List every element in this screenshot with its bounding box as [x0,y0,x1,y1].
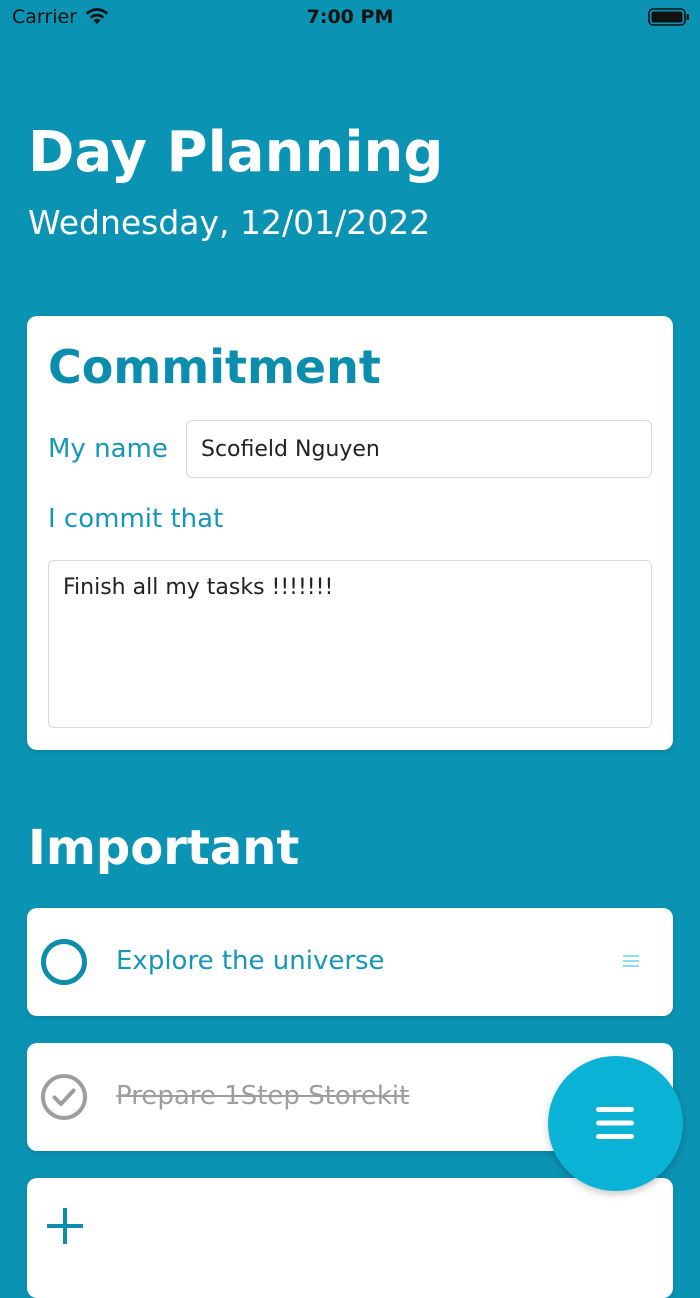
page-date: Wednesday, 12/01/2022 [28,203,431,242]
plus-icon[interactable] [47,1208,83,1244]
name-input[interactable] [186,420,652,478]
clock-label: 7:00 PM [306,6,394,28]
circle-checkbox-icon[interactable] [40,938,88,986]
commitment-card: Commitment My name I commit that Finish … [27,316,673,750]
add-task-card[interactable] [27,1178,673,1298]
commit-label: I commit that [48,504,224,534]
important-title: Important [28,820,300,876]
menu-icon [596,1107,634,1139]
name-label: My name [48,434,168,464]
battery-icon [648,8,689,26]
commit-textarea[interactable]: Finish all my tasks !!!!!!! [48,560,652,728]
task-label: Prepare 1Step Storekit [116,1081,410,1111]
check-circle-icon[interactable] [40,1073,88,1121]
status-bar: Carrier 7:00 PM [0,0,700,36]
page-title: Day Planning [28,120,444,185]
drag-handle-icon[interactable] [623,954,639,968]
task-label: Explore the universe [116,946,385,976]
task-item[interactable]: Explore the universe [27,908,673,1016]
menu-fab-button[interactable] [548,1056,683,1191]
commitment-title: Commitment [48,340,381,394]
